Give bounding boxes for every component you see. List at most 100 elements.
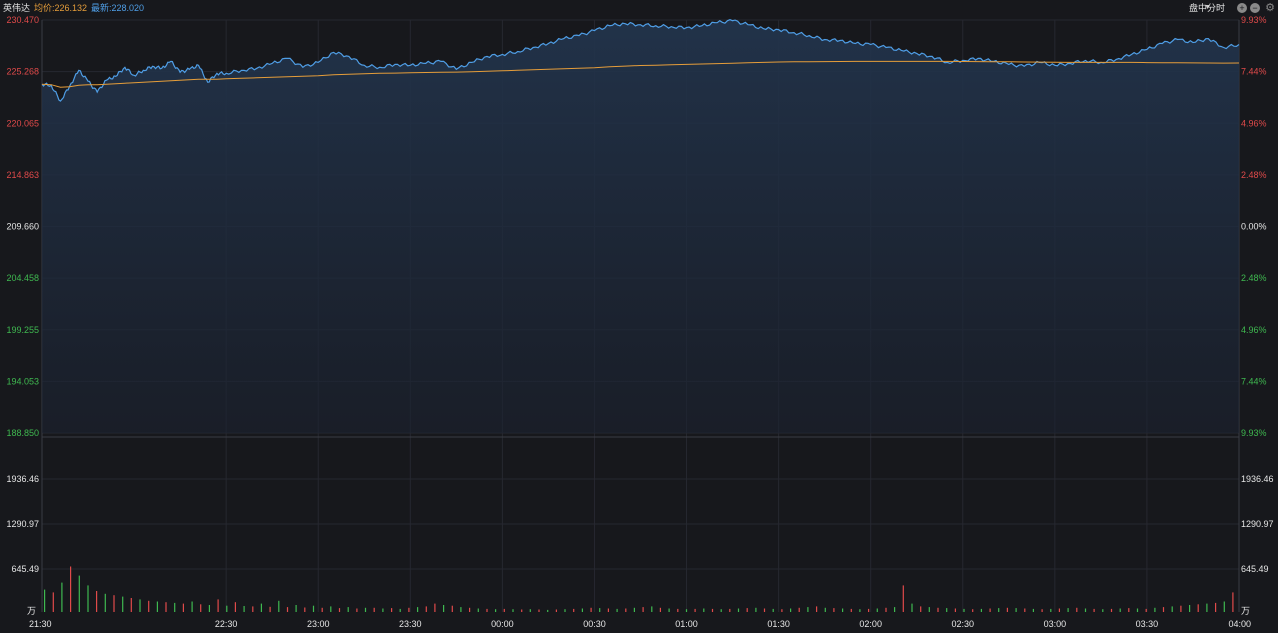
volume-bar (998, 608, 1000, 612)
price-volume-chart: 230.470 9.93% 225.268 7.44% 220.065 4.96% 214.… (6, 15, 1274, 629)
volume-bar (1102, 609, 1104, 612)
volume-bar (1145, 608, 1147, 612)
volume-bar (139, 599, 141, 612)
volume-bar (1041, 609, 1043, 612)
volume-bar (755, 607, 757, 612)
percent-tick-label: 4.96% (1241, 325, 1267, 335)
volume-bar (217, 599, 219, 612)
volume-bar (113, 595, 115, 612)
price-tick-label: 199.255 (6, 325, 39, 335)
volume-bar (286, 607, 289, 612)
volume-bar (338, 608, 341, 612)
volume-bar (1215, 602, 1217, 612)
intraday-chart-window: 英伟达 均价:226.132 最新:228.020 ▼ 盘中分时 + − ⚙ 2… (0, 0, 1278, 633)
volume-bar (70, 566, 72, 612)
volume-bar (1110, 608, 1113, 612)
percent-tick-label: 9.93% (1241, 15, 1267, 25)
volume-bar (512, 609, 514, 612)
volume-bar (642, 607, 644, 612)
volume-bar (356, 608, 358, 612)
volume-bar (876, 608, 878, 612)
volume-bar (963, 608, 965, 612)
volume-bar (425, 606, 427, 612)
volume-bar (434, 603, 436, 612)
volume-bar (781, 609, 783, 612)
volume-bar (130, 598, 132, 612)
volume-bar (373, 607, 375, 612)
volume-bar (1189, 605, 1191, 612)
volume-bar (391, 608, 393, 612)
volume-bar (1024, 608, 1026, 612)
volume-bar (486, 608, 488, 612)
volume-bar (208, 605, 210, 612)
percent-tick-label: 7.44% (1241, 67, 1267, 77)
volume-bar (1162, 607, 1165, 612)
volume-tick-label: 1290.97 (6, 519, 39, 529)
volume-bar (148, 600, 150, 612)
time-tick-label: 22:30 (215, 619, 238, 629)
volume-bar (1058, 608, 1060, 612)
volume-bar (842, 608, 844, 612)
volume-bar (364, 607, 367, 612)
volume-bar (1206, 603, 1208, 612)
time-tick-label: 00:00 (491, 619, 514, 629)
percent-tick-label: 9.93% (1241, 428, 1267, 438)
volume-bar (156, 601, 158, 612)
volume-bar (1093, 608, 1095, 612)
volume-bar (885, 607, 887, 612)
volume-bar (260, 603, 262, 612)
volume-unit-label: 万 (1241, 606, 1250, 616)
volume-bar (685, 609, 688, 612)
volume-bar (234, 602, 236, 612)
volume-unit-label: 万 (27, 606, 36, 616)
volume-bar (807, 607, 809, 612)
volume-bar (269, 606, 271, 613)
volume-tick-label: 645.49 (11, 564, 39, 574)
volume-bar (1119, 608, 1121, 612)
time-tick-label: 23:00 (307, 619, 330, 629)
volume-bar (469, 607, 471, 612)
volume-bar (44, 589, 46, 612)
volume-bar (321, 607, 323, 612)
volume-bar (564, 609, 566, 612)
volume-bar (894, 607, 896, 612)
time-tick-label: 21:30 (29, 619, 52, 629)
volume-bar (937, 607, 939, 612)
volume-bar (382, 608, 384, 612)
volume-bar (252, 606, 254, 612)
volume-bar (165, 602, 167, 612)
volume-bar (729, 608, 731, 612)
volume-bar (104, 593, 106, 612)
volume-bar (555, 609, 557, 612)
volume-bar (1067, 608, 1069, 612)
price-tick-label: 214.863 (6, 170, 39, 180)
volume-tick-label: 1936.46 (6, 474, 39, 484)
volume-bar (1232, 592, 1234, 612)
volume-bar (122, 596, 124, 612)
volume-bar (547, 609, 549, 612)
volume-bar (495, 609, 497, 612)
volume-bar (763, 608, 766, 612)
volume-bar (330, 606, 332, 612)
volume-bar (52, 592, 54, 612)
volume-bar (746, 608, 748, 612)
volume-bar (96, 591, 98, 612)
volume-bar (859, 609, 861, 612)
volume-bar (850, 608, 852, 612)
volume-bar (590, 607, 592, 612)
volume-bar (703, 608, 705, 612)
price-tick-label: 225.268 (6, 67, 39, 77)
volume-tick-label: 1936.46 (1241, 474, 1274, 484)
time-tick-label: 02:00 (859, 619, 882, 629)
volume-bar (928, 607, 930, 612)
volume-bar (720, 609, 722, 612)
price-tick-label: 188.850 (6, 428, 39, 438)
volume-bar (521, 609, 523, 612)
volume-bar (737, 608, 740, 612)
price-tick-label: 209.660 (6, 222, 39, 232)
volume-bar (816, 606, 818, 612)
time-tick-label: 01:30 (767, 619, 790, 629)
volume-bar (824, 607, 826, 612)
percent-tick-label: 2.48% (1241, 170, 1267, 180)
volume-bar (581, 608, 583, 612)
